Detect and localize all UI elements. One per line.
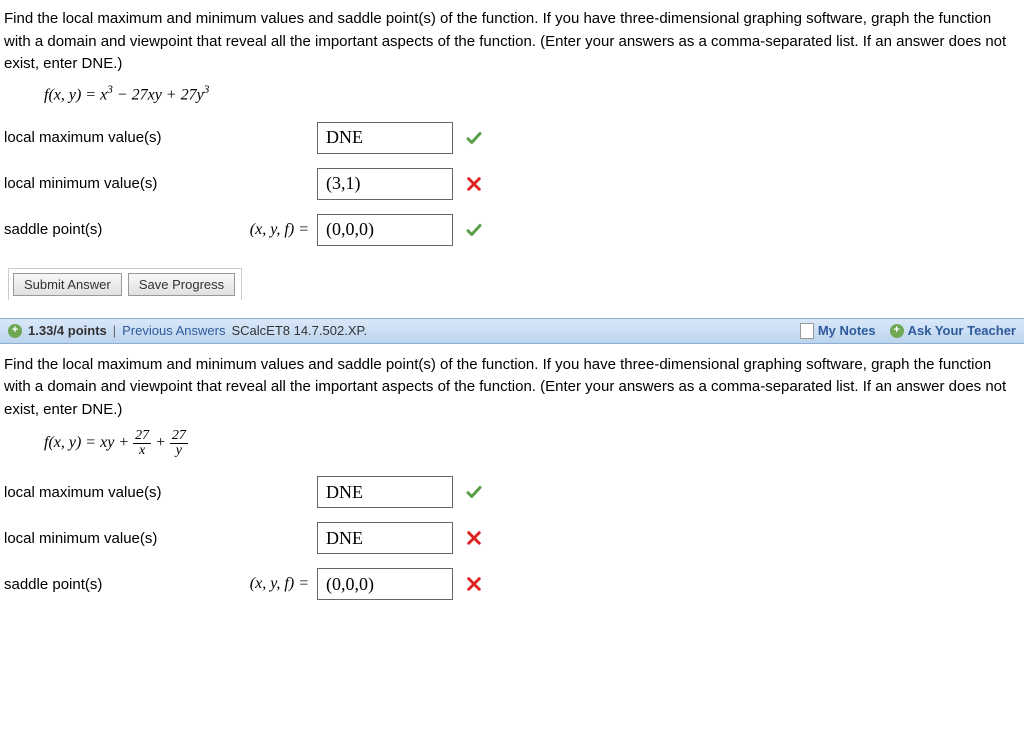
q2-saddle-prefix: (x, y, f) = bbox=[219, 575, 309, 593]
check-icon bbox=[465, 483, 483, 501]
save-progress-button[interactable]: Save Progress bbox=[128, 273, 235, 296]
q2-min-label: local minimum value(s) bbox=[4, 530, 219, 547]
q1-max-label: local maximum value(s) bbox=[4, 129, 219, 146]
x-icon bbox=[465, 529, 483, 547]
points-label: 1.33/4 points bbox=[28, 323, 107, 338]
question-header: + 1.33/4 points | Previous Answers SCalc… bbox=[0, 318, 1024, 344]
note-icon bbox=[800, 323, 814, 339]
expand-icon[interactable]: + bbox=[8, 324, 22, 338]
q1-saddle-input[interactable]: (0,0,0) bbox=[317, 214, 453, 246]
q1-max-input[interactable]: DNE bbox=[317, 122, 453, 154]
q2-instructions: Find the local maximum and minimum value… bbox=[4, 354, 1016, 422]
q1-saddle-prefix: (x, y, f) = bbox=[219, 221, 309, 239]
q1-min-label: local minimum value(s) bbox=[4, 175, 219, 192]
q2-max-label: local maximum value(s) bbox=[4, 484, 219, 501]
q1-min-input[interactable]: (3,1) bbox=[317, 168, 453, 200]
x-icon bbox=[465, 175, 483, 193]
q2-saddle-label: saddle point(s) bbox=[4, 576, 219, 593]
q2-max-input[interactable]: DNE bbox=[317, 476, 453, 508]
q2-saddle-input[interactable]: (0,0,0) bbox=[317, 568, 453, 600]
x-icon bbox=[465, 575, 483, 593]
check-icon bbox=[465, 129, 483, 147]
q2-min-input[interactable]: DNE bbox=[317, 522, 453, 554]
q2-formula: f(x, y) = xy + 27x + 27y bbox=[44, 429, 1016, 458]
q1-instructions: Find the local maximum and minimum value… bbox=[4, 8, 1016, 76]
q1-saddle-label: saddle point(s) bbox=[4, 221, 219, 238]
q1-formula: f(x, y) = x3 − 27xy + 27y3 bbox=[44, 84, 1016, 104]
my-notes-link[interactable]: My Notes bbox=[800, 323, 876, 339]
plus-icon: + bbox=[890, 324, 904, 338]
question-ref: SCalcET8 14.7.502.XP. bbox=[231, 323, 367, 338]
submit-answer-button[interactable]: Submit Answer bbox=[13, 273, 122, 296]
previous-answers-link[interactable]: Previous Answers bbox=[122, 323, 225, 338]
ask-teacher-link[interactable]: + Ask Your Teacher bbox=[890, 323, 1016, 338]
check-icon bbox=[465, 221, 483, 239]
